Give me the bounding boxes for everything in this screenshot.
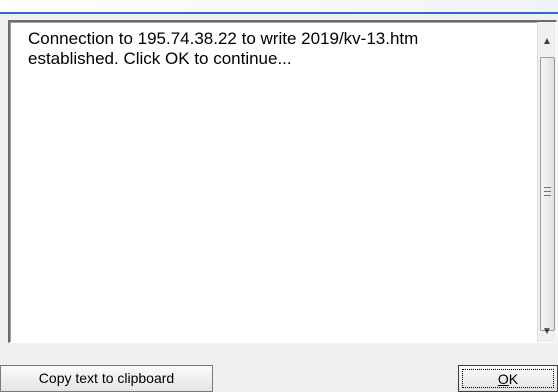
grip-lines-icon <box>544 187 551 196</box>
message-text: Connection to 195.74.38.22 to write 2019… <box>28 29 419 68</box>
scroll-up-arrow-icon[interactable]: ▲ <box>538 32 556 52</box>
vertical-scrollbar[interactable]: ▲ ▼ <box>537 22 556 342</box>
message-text-area[interactable]: Connection to 195.74.38.22 to write 2019… <box>8 20 557 343</box>
ok-button[interactable]: OK <box>458 365 558 392</box>
copy-to-clipboard-button[interactable]: Copy text to clipboard <box>0 365 213 392</box>
ok-button-label-rest: K <box>508 371 519 387</box>
scroll-down-arrow-icon[interactable]: ▼ <box>538 322 556 342</box>
window-top-edge <box>0 0 558 14</box>
ok-button-mnemonic: O <box>497 371 509 387</box>
ok-button-focus-rect: OK <box>462 369 554 388</box>
scroll-thumb[interactable] <box>540 57 555 331</box>
